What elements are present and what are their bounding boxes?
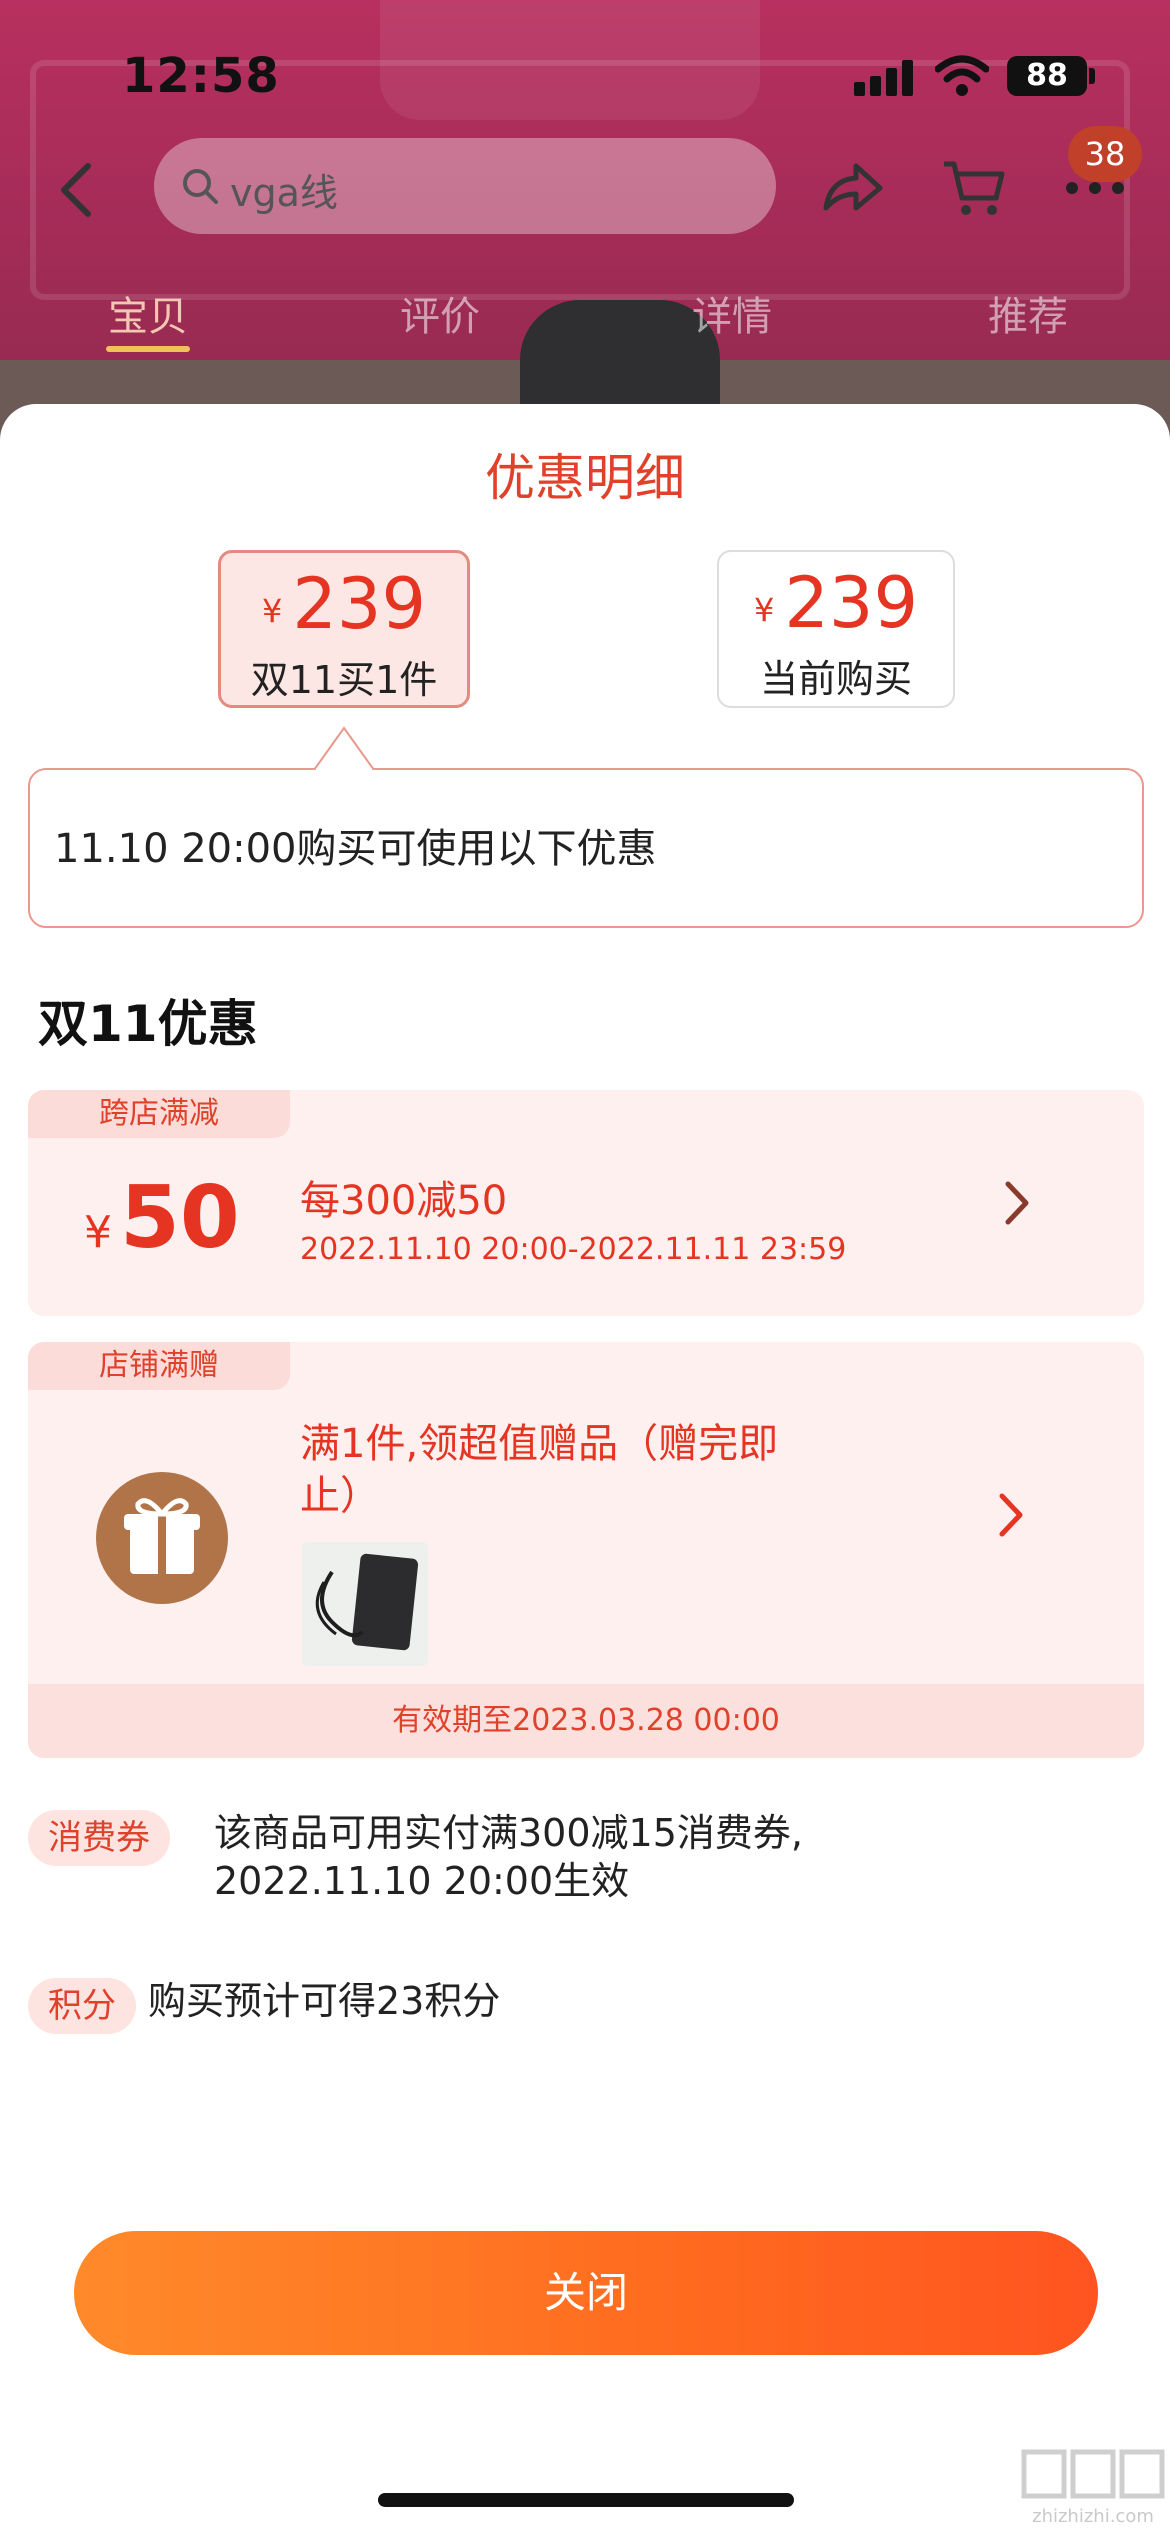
discount-amount: ¥50 xyxy=(84,1168,240,1268)
cellular-signal-icon xyxy=(854,60,914,96)
cart-icon[interactable] xyxy=(940,158,1006,220)
gift-product-image xyxy=(302,1542,428,1666)
price-option-label: 当前购买 xyxy=(759,657,912,701)
coupon-text-line1: 该商品可用实付满300减15消费券, xyxy=(214,1811,803,1855)
battery-icon: 88 xyxy=(1007,56,1087,96)
back-arrow-icon[interactable] xyxy=(56,160,96,220)
message-count-badge: 38 xyxy=(1068,126,1142,182)
chevron-right-icon xyxy=(1005,1181,1029,1225)
home-indicator[interactable] xyxy=(378,2493,794,2507)
status-time: 12:58 xyxy=(122,48,280,104)
wifi-icon xyxy=(935,55,989,96)
battery-tip xyxy=(1089,68,1095,84)
status-bar: 12:58 88 xyxy=(0,0,1170,150)
price-option-double11[interactable]: ¥239 双11买1件 xyxy=(218,550,470,708)
screen: { "status_bar": { "time": "12:58", "batt… xyxy=(0,0,1170,2532)
share-icon[interactable] xyxy=(820,160,884,214)
tab-baobei[interactable]: 宝贝 xyxy=(88,284,208,342)
promo-tag: 店铺满赠 xyxy=(28,1342,290,1390)
tab-details[interactable]: 详情 xyxy=(672,284,792,342)
active-tab-indicator xyxy=(106,346,190,352)
watermark-text: zhizhizhi.com xyxy=(1032,2506,1154,2527)
price-value: 239 xyxy=(784,562,918,644)
points-badge: 积分 xyxy=(28,1978,136,2034)
section-title: 双11优惠 xyxy=(38,995,258,1053)
store-gift-card[interactable]: 店铺满赠 满1件,领超值赠品（赠完即止） 有效期至2023.03.28 00:0… xyxy=(28,1342,1144,1758)
cross-store-discount-card[interactable]: 跨店满减 ¥50 每300减50 2022.11.10 20:00-2022.1… xyxy=(28,1090,1144,1316)
price-value: 239 xyxy=(292,563,426,645)
gift-title: 满1件,领超值赠品（赠完即止） xyxy=(300,1421,779,1519)
tab-recommend[interactable]: 推荐 xyxy=(968,284,1088,342)
discount-value: 50 xyxy=(120,1168,240,1268)
currency-symbol: ¥ xyxy=(262,592,283,630)
gift-validity: 有效期至2023.03.28 00:00 xyxy=(28,1684,1144,1758)
discount-rule: 每300减50 xyxy=(300,1178,508,1224)
points-text: 购买预计可得23积分 xyxy=(148,1979,501,2023)
sheet-title: 优惠明细 xyxy=(485,449,685,507)
product-tabs: 宝贝 评价 详情 推荐 xyxy=(0,284,1170,354)
price-option-label: 双11买1件 xyxy=(250,658,438,702)
price-option-current[interactable]: ¥239 当前购买 xyxy=(717,550,955,708)
search-icon xyxy=(183,169,218,204)
search-bar[interactable]: vga线 xyxy=(154,138,776,234)
price-amount-line: ¥239 xyxy=(719,562,953,644)
chevron-right-icon xyxy=(999,1493,1023,1537)
tab-reviews[interactable]: 评价 xyxy=(380,284,500,342)
currency-symbol: ¥ xyxy=(754,591,775,629)
coupon-badge: 消费券 xyxy=(28,1810,170,1866)
discount-info-text: 11.10 20:00购买可使用以下优惠 xyxy=(54,826,657,872)
watermark: zhizhizhi.com xyxy=(1018,2446,1168,2530)
coupon-text-line2: 2022.11.10 20:00生效 xyxy=(214,1859,630,1903)
discount-detail-sheet: 优惠明细 ¥239 双11买1件 ¥239 当前购买 11.10 20:00购买… xyxy=(0,404,1170,2532)
gift-icon xyxy=(96,1472,228,1604)
promo-tag: 跨店满减 xyxy=(28,1090,290,1138)
close-button[interactable]: 关闭 xyxy=(74,2231,1098,2355)
discount-info-box: 11.10 20:00购买可使用以下优惠 xyxy=(28,768,1144,928)
discount-period: 2022.11.10 20:00-2022.11.11 23:59 xyxy=(300,1232,847,1267)
callout-pointer xyxy=(314,726,374,770)
price-amount-line: ¥239 xyxy=(221,563,467,645)
currency-symbol: ¥ xyxy=(84,1207,112,1258)
search-query: vga线 xyxy=(230,171,338,215)
